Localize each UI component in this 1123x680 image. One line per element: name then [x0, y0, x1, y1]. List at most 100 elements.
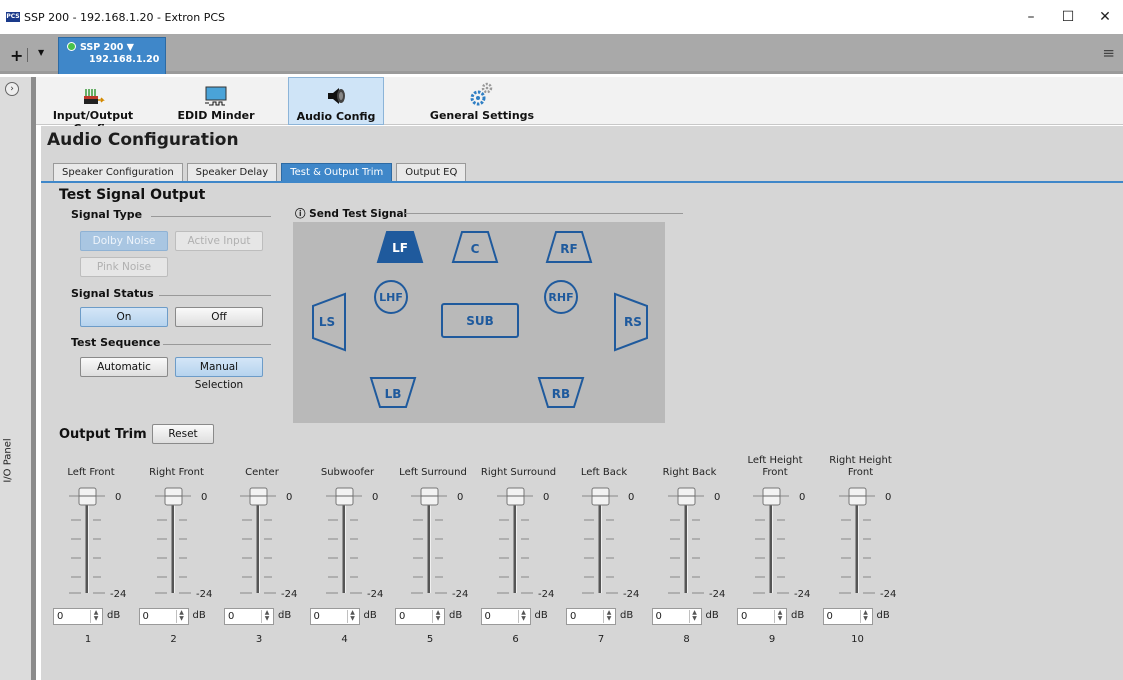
manual-selection-button[interactable]: Manual Selection: [175, 357, 263, 391]
spin-down-icon[interactable]: ▼: [350, 615, 355, 622]
trim-fader[interactable]: 0 -24: [139, 483, 225, 603]
signal-on-button[interactable]: On: [80, 307, 168, 327]
trim-value-input[interactable]: 0 ▲ ▼: [480, 608, 531, 625]
active-input-button[interactable]: Active Input: [175, 231, 263, 251]
signal-status-label: Signal Status: [71, 287, 154, 300]
spin-arrows-icon[interactable]: ▲ ▼: [346, 610, 358, 623]
trim-value-input[interactable]: 0 ▲ ▼: [651, 608, 702, 625]
trim-fader[interactable]: 0 -24: [737, 483, 823, 603]
reset-button[interactable]: Reset: [152, 424, 214, 444]
channel-number: 7: [597, 634, 605, 645]
spin-arrows-icon[interactable]: ▲ ▼: [688, 610, 700, 623]
trim-fader[interactable]: 0 -24: [310, 483, 396, 603]
spin-down-icon[interactable]: ▼: [436, 615, 441, 622]
close-button[interactable]: ✕: [1090, 8, 1120, 26]
spin-down-icon[interactable]: ▼: [778, 615, 783, 622]
scale-bottom: -24: [538, 589, 554, 600]
speaker-lb-label: LB: [385, 387, 402, 401]
signal-off-button[interactable]: Off: [175, 307, 263, 327]
tab-speaker-delay[interactable]: Speaker Delay: [186, 163, 278, 182]
speaker-rs-button[interactable]: RS: [614, 292, 648, 352]
spin-down-icon[interactable]: ▼: [863, 615, 868, 622]
speaker-lhf-button[interactable]: LHF: [374, 280, 408, 314]
speaker-rb-button[interactable]: RB: [537, 377, 585, 408]
spin-down-icon[interactable]: ▼: [692, 615, 697, 622]
trim-channel: Right Surround 0 -24 0 ▲ ▼ dB 6: [480, 453, 567, 653]
spin-arrows-icon[interactable]: ▲ ▼: [603, 610, 614, 623]
channel-number: 8: [683, 634, 690, 645]
trim-value: 0: [655, 611, 662, 622]
spin-arrows-icon[interactable]: ▲ ▼: [261, 610, 272, 623]
minimize-button[interactable]: –: [1016, 8, 1046, 26]
speaker-icon: [289, 78, 383, 108]
spin-arrows-icon[interactable]: ▲ ▼: [175, 610, 187, 623]
toolbar-audio-config[interactable]: Audio Config: [288, 77, 384, 125]
speaker-lb-button[interactable]: LB: [369, 377, 417, 408]
speaker-rhf-button[interactable]: RHF: [544, 280, 578, 314]
spin-down-icon[interactable]: ▼: [94, 615, 99, 622]
spin-down-icon[interactable]: ▼: [521, 615, 526, 622]
tab-output-eq[interactable]: Output EQ: [396, 163, 467, 182]
chevron-down-icon[interactable]: ▼: [38, 48, 44, 57]
dolby-noise-button[interactable]: Dolby Noise: [80, 231, 168, 251]
trim-value-input[interactable]: 0 ▲ ▼: [53, 608, 103, 625]
speaker-ls-button[interactable]: LS: [312, 292, 346, 352]
trim-value-input[interactable]: 0 ▲ ▼: [566, 608, 616, 625]
spin-arrows-icon[interactable]: ▲ ▼: [774, 610, 785, 623]
spin-arrows-icon[interactable]: ▲ ▼: [517, 610, 529, 623]
channel-number: 3: [255, 634, 263, 645]
channel-number: 9: [768, 634, 776, 645]
device-tab[interactable]: SSP 200 ▼ 192.168.1.20: [58, 37, 166, 74]
channel-number: 5: [426, 634, 434, 645]
hamburger-menu-icon[interactable]: ≡: [1102, 44, 1115, 62]
tab-strip: Speaker Configuration Speaker Delay Test…: [53, 163, 470, 182]
channel-name: Left Front: [67, 467, 115, 478]
spin-down-icon[interactable]: ▼: [607, 615, 612, 622]
toolbar-label: General Settings: [429, 109, 535, 122]
spin-down-icon[interactable]: ▼: [265, 615, 270, 622]
tab-speaker-configuration[interactable]: Speaker Configuration: [53, 163, 183, 182]
trim-value: 0: [228, 611, 235, 622]
channel-name: Left Height Front: [747, 455, 803, 478]
toolbar-edid-minder[interactable]: EDID Minder: [171, 77, 261, 125]
trim-value-input[interactable]: 0 ▲ ▼: [737, 608, 787, 625]
scale-bottom: -24: [623, 589, 639, 600]
trim-fader[interactable]: 0 -24: [53, 483, 139, 603]
spin-arrows-icon[interactable]: ▲ ▼: [432, 610, 443, 623]
io-panel-label[interactable]: I/O Panel: [3, 438, 14, 482]
speaker-sub-label: SUB: [466, 314, 494, 328]
maximize-button[interactable]: ☐: [1053, 8, 1083, 26]
scale-bottom: -24: [281, 589, 297, 600]
main-toolbar: Input/Output Config EDID Minder Audio Co…: [36, 77, 1123, 135]
trim-fader[interactable]: 0 -24: [823, 483, 909, 603]
trim-fader[interactable]: 0 -24: [652, 483, 738, 603]
trim-value-input[interactable]: 0 ▲ ▼: [822, 608, 873, 625]
trim-value-input[interactable]: 0 ▲ ▼: [138, 608, 189, 625]
spin-arrows-icon[interactable]: ▲ ▼: [90, 610, 101, 623]
unit-label: dB: [791, 610, 805, 621]
trim-fader[interactable]: 0 -24: [481, 483, 567, 603]
toolbar-io-config[interactable]: Input/Output Config: [38, 77, 148, 135]
spin-down-icon[interactable]: ▼: [179, 615, 184, 622]
trim-fader[interactable]: 0 -24: [224, 483, 310, 603]
speaker-rf-button[interactable]: RF: [545, 231, 593, 263]
expand-panel-icon[interactable]: ›: [5, 82, 19, 96]
trim-value: 0: [57, 611, 64, 622]
divider: [27, 48, 28, 62]
speaker-c-button[interactable]: C: [451, 231, 499, 263]
tab-test-output-trim[interactable]: Test & Output Trim: [281, 163, 393, 182]
speaker-lf-button[interactable]: LF: [376, 231, 424, 263]
trim-value-input[interactable]: 0 ▲ ▼: [309, 608, 360, 625]
trim-fader[interactable]: 0 -24: [395, 483, 481, 603]
spin-arrows-icon[interactable]: ▲ ▼: [859, 610, 871, 623]
divider: [151, 216, 271, 217]
add-device-icon[interactable]: +: [10, 46, 23, 65]
trim-fader[interactable]: 0 -24: [566, 483, 652, 603]
pink-noise-button[interactable]: Pink Noise: [80, 257, 168, 277]
speaker-sub-button[interactable]: SUB: [441, 303, 519, 338]
trim-channel: Subwoofer 0 -24 0 ▲ ▼ dB 4: [309, 453, 396, 653]
trim-value-input[interactable]: 0 ▲ ▼: [395, 608, 445, 625]
automatic-button[interactable]: Automatic: [80, 357, 168, 377]
trim-value-input[interactable]: 0 ▲ ▼: [224, 608, 274, 625]
toolbar-general-settings[interactable]: General Settings: [418, 77, 546, 125]
